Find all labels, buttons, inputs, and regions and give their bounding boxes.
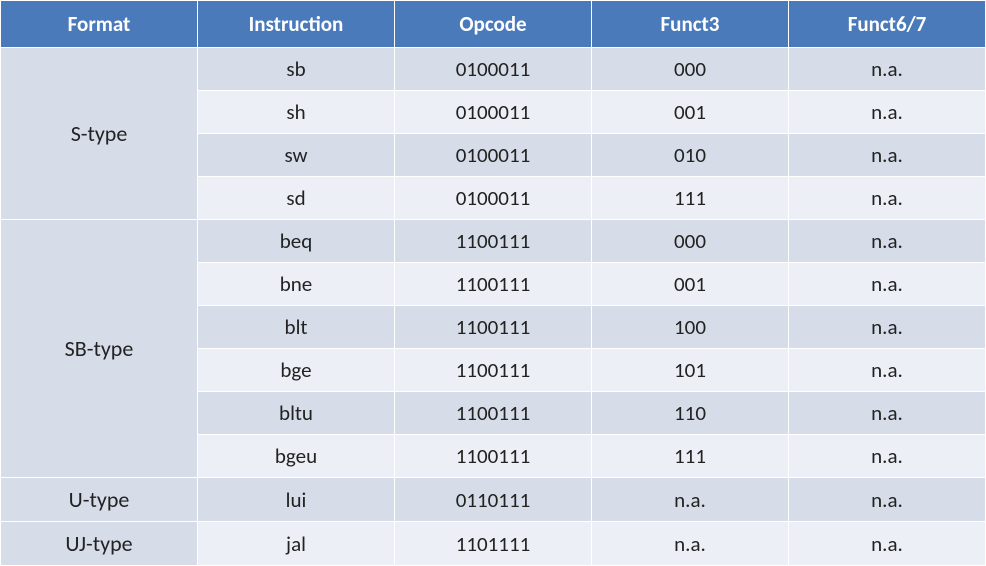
cell-opcode: 0100011 [395,48,592,91]
cell-funct3: 111 [592,177,789,220]
table-row: U-type lui 0110111 n.a. n.a. [1,478,986,522]
cell-opcode: 0100011 [395,177,592,220]
cell-opcode: 1100111 [395,220,592,263]
cell-funct67: n.a. [789,349,986,392]
cell-opcode: 1101111 [395,522,592,566]
cell-opcode: 0100011 [395,91,592,134]
cell-format-sb-type: SB-type [1,220,198,478]
cell-instruction: beq [198,220,395,263]
cell-opcode: 1100111 [395,349,592,392]
cell-opcode: 1100111 [395,263,592,306]
header-instruction: Instruction [198,1,395,48]
cell-funct3: 101 [592,349,789,392]
instruction-table: Format Instruction Opcode Funct3 Funct6/… [0,0,986,566]
cell-funct67: n.a. [789,48,986,91]
cell-funct3: 000 [592,220,789,263]
cell-format-uj-type: UJ-type [1,522,198,566]
cell-format-s-type: S-type [1,48,198,220]
cell-funct67: n.a. [789,177,986,220]
cell-instruction: sh [198,91,395,134]
table-row: S-type sb 0100011 000 n.a. [1,48,986,91]
cell-opcode: 0100011 [395,134,592,177]
cell-funct3: 110 [592,392,789,435]
cell-funct67: n.a. [789,392,986,435]
cell-instruction: lui [198,478,395,522]
header-funct67: Funct6/7 [789,1,986,48]
cell-funct67: n.a. [789,435,986,478]
cell-funct67: n.a. [789,478,986,522]
cell-instruction: bge [198,349,395,392]
table-row: SB-type beq 1100111 000 n.a. [1,220,986,263]
cell-funct3: 000 [592,48,789,91]
cell-opcode: 1100111 [395,392,592,435]
cell-opcode: 1100111 [395,306,592,349]
cell-funct3: n.a. [592,522,789,566]
header-opcode: Opcode [395,1,592,48]
cell-funct67: n.a. [789,522,986,566]
cell-instruction: sw [198,134,395,177]
cell-funct67: n.a. [789,134,986,177]
cell-funct3: 001 [592,91,789,134]
cell-instruction: bne [198,263,395,306]
cell-instruction: bgeu [198,435,395,478]
cell-funct67: n.a. [789,306,986,349]
cell-instruction: jal [198,522,395,566]
table-row: UJ-type jal 1101111 n.a. n.a. [1,522,986,566]
cell-instruction: sb [198,48,395,91]
cell-instruction: bltu [198,392,395,435]
cell-opcode: 0110111 [395,478,592,522]
header-format: Format [1,1,198,48]
header-funct3: Funct3 [592,1,789,48]
cell-opcode: 1100111 [395,435,592,478]
cell-instruction: sd [198,177,395,220]
cell-funct3: 001 [592,263,789,306]
table-header-row: Format Instruction Opcode Funct3 Funct6/… [1,1,986,48]
cell-funct3: n.a. [592,478,789,522]
cell-funct67: n.a. [789,91,986,134]
cell-funct67: n.a. [789,220,986,263]
cell-funct3: 100 [592,306,789,349]
cell-instruction: blt [198,306,395,349]
cell-format-u-type: U-type [1,478,198,522]
cell-funct3: 010 [592,134,789,177]
cell-funct67: n.a. [789,263,986,306]
cell-funct3: 111 [592,435,789,478]
